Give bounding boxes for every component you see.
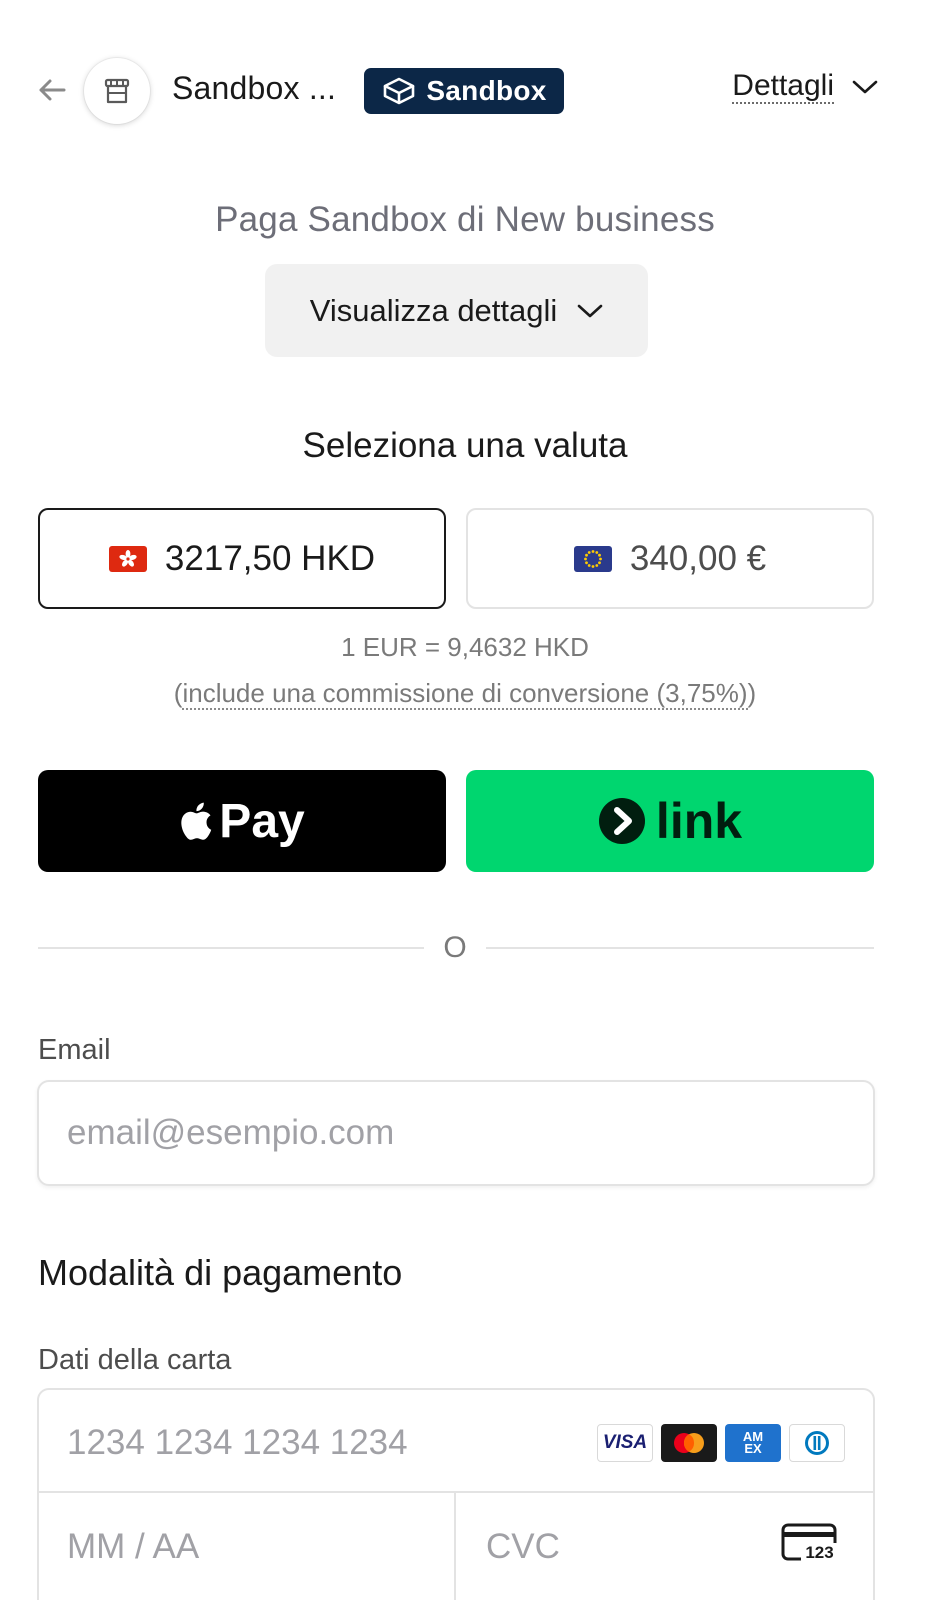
view-details-label: Visualizza dettagli: [309, 292, 558, 328]
divider-left: [38, 947, 424, 949]
currency-heading: Seleziona una valuta: [302, 426, 628, 465]
details-toggle[interactable]: Dettagli: [732, 70, 878, 104]
back-arrow-icon[interactable]: [34, 72, 70, 108]
amex-icon: AM EX: [725, 1424, 781, 1462]
apple-logo-icon: [181, 802, 212, 840]
link-arrow-icon: [598, 798, 645, 844]
eu-flag-icon: [573, 545, 612, 572]
payment-title: Paga Sandbox di New business: [215, 200, 715, 239]
email-label: Email: [38, 1034, 111, 1066]
card-number-input[interactable]: [67, 1420, 567, 1466]
expiry-cell: [39, 1493, 456, 1600]
conversion-fee-note: (include una commissione di conversione …: [0, 678, 930, 710]
currency-amount-hkd: 3217,50 HKD: [164, 538, 376, 578]
merchant-name: Sandbox ...: [172, 70, 337, 106]
cvc-input[interactable]: [486, 1524, 736, 1570]
currency-option-eur[interactable]: 340,00 €: [466, 508, 874, 609]
details-label: Dettagli: [732, 69, 834, 104]
link-pay-button[interactable]: link: [466, 770, 874, 872]
cvc-icon-text: 123: [805, 1543, 833, 1562]
chevron-down-icon: [852, 80, 878, 94]
card-details-block: VISA AMEX: [37, 1388, 875, 1600]
hong-kong-flag-icon: [108, 545, 147, 572]
expiry-input[interactable]: [67, 1524, 367, 1570]
sandbox-badge-label: Sandbox: [426, 75, 547, 106]
store-avatar: [84, 58, 150, 124]
currency-option-hkd[interactable]: 3217,50 HKD: [38, 508, 446, 609]
card-brand-icons: VISA AM EX: [597, 1424, 845, 1462]
currency-amount-eur: 340,00 €: [629, 538, 767, 578]
apple-pay-button[interactable]: Pay: [38, 770, 446, 872]
cube-icon: [384, 77, 415, 105]
link-label: link: [655, 793, 743, 849]
checkout-page: Sandbox ... Sandbox Dettagli Paga Sandbo…: [0, 0, 930, 1600]
divider-or: O: [443, 931, 467, 964]
sandbox-badge: Sandbox: [364, 68, 564, 114]
apple-pay-label: Pay: [219, 794, 305, 848]
payment-method-heading: Modalità di pagamento: [38, 1252, 403, 1293]
conversion-fee-link[interactable]: include una commissione di conversione (…: [182, 678, 748, 710]
fee-close-paren: ): [747, 678, 757, 708]
store-icon: [104, 78, 130, 104]
diners-icon: [789, 1424, 845, 1462]
cvc-cell: 123: [458, 1493, 873, 1600]
amex-bottom-text: EX: [744, 1441, 762, 1456]
card-number-row: VISA AMEX: [39, 1390, 873, 1493]
visa-icon: VISA: [597, 1424, 653, 1462]
mastercard-icon: [661, 1424, 717, 1462]
cvc-card-icon: 123: [781, 1523, 838, 1562]
chevron-down-icon: [577, 304, 603, 317]
exchange-rate: 1 EUR = 9,4632 HKD: [341, 632, 589, 662]
card-details-label: Dati della carta: [38, 1344, 232, 1376]
email-field[interactable]: [37, 1080, 875, 1186]
divider-right: [486, 947, 874, 949]
view-details-button[interactable]: Visualizza dettagli: [265, 264, 648, 357]
